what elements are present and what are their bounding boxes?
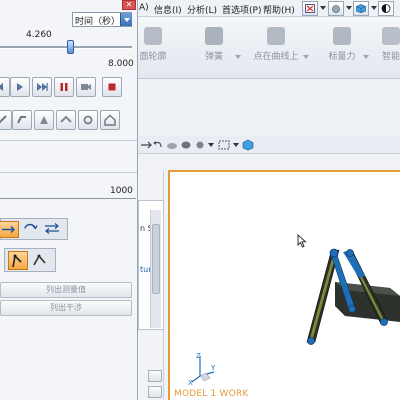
linkage-icon [12,254,22,268]
point-on-curve-icon [267,27,285,45]
menu-item-info[interactable]: 信息(I) [154,3,182,16]
chevron-down-icon[interactable] [120,13,132,26]
menu-item-partial[interactable]: A) [139,3,149,13]
home-icon [104,114,116,126]
loop-toggle[interactable] [21,221,41,238]
explode-icon [40,116,48,124]
snap-point-button[interactable] [302,1,318,16]
half-circle-icon [381,4,391,13]
undo-icon[interactable] [152,139,164,151]
render-style-icon [332,5,340,13]
list-measurements-button[interactable]: 列出测量值 [0,282,132,298]
svg-text:X: X [188,379,193,386]
scalar-force-icon [333,27,351,45]
step-back-button[interactable] [0,77,10,97]
play-once-toggle[interactable] [0,221,19,238]
loop-icon [24,223,38,230]
spring-icon [205,27,223,45]
interference-icon [60,115,72,123]
application-window: A) 信息(I) 分析(L) 首选项(P) 帮助(H) 面轮廓 弹簧 点在曲线上… [0,0,400,400]
time-slider-thumb[interactable] [67,40,74,54]
fast-forward-button[interactable] [32,77,52,97]
camera-play-icon [81,84,91,90]
time-slider-track[interactable] [0,46,132,49]
play-icon [17,83,23,91]
step-back-icon [0,83,3,91]
current-time-value: 4.260 [26,30,52,40]
close-button[interactable]: ✕ [122,0,136,10]
home-tool-button[interactable] [100,110,120,130]
blue-cube-icon[interactable] [242,139,254,151]
spring-command[interactable]: 弹簧 [196,27,241,73]
menu-item-analysis[interactable]: 分析(L) [187,3,217,16]
explode-tool-button[interactable] [34,110,54,130]
linkage-trace-toggle[interactable] [8,251,28,270]
cloud-select-icon[interactable] [166,139,178,151]
gear-tool-button[interactable] [78,110,98,130]
steps-value: 1000 [110,186,133,196]
command-ribbon: 面轮廓 弹簧 点在曲线上 标量力 智能 [138,17,400,79]
linkage-pose-icon [33,254,46,266]
menu-item-preferences[interactable]: 首选项(P) [222,3,261,16]
svg-text:Y: Y [210,364,216,372]
animation-type-group [4,248,56,272]
measure-tool-button[interactable] [0,110,12,130]
shading-button[interactable] [378,1,394,16]
arrow-right-icon [2,226,15,233]
navigator-scrollbar[interactable] [150,210,161,328]
point-on-curve-command[interactable]: 点在曲线上 [252,27,309,73]
playback-controls [0,77,132,97]
view-cube-button[interactable] [353,1,369,16]
render-style-button[interactable] [328,1,344,16]
scrollbar-thumb[interactable] [152,224,160,294]
fast-forward-icon [37,83,48,91]
select-tool-icon[interactable] [194,139,206,151]
cube-icon [356,4,366,13]
face-profile-command[interactable]: 面轮廓 [138,27,168,73]
interference-tool-button[interactable] [56,110,76,130]
menu-item-help[interactable]: 帮助(H) [263,3,295,16]
record-play-button[interactable] [76,77,96,97]
face-profile-icon [144,27,162,45]
mechanism-model[interactable] [295,230,400,360]
nav-button-2[interactable] [148,386,162,398]
list-interference-button[interactable]: 列出干涉 [0,300,132,316]
trace-tool-button[interactable] [12,110,32,130]
coordinate-triad-icon: Z Y X [188,352,216,386]
smart-command[interactable]: 智能 [382,27,400,73]
snap-point-icon [305,4,315,13]
animation-dialog: ✕ 时间（秒） 4.260 8.000 1000 列出测量值 列出干涉 [0,0,138,400]
linkage-pose-toggle[interactable] [31,251,51,270]
selection-bar [138,136,400,154]
pause-icon [60,83,68,91]
trace-icon [17,116,26,124]
svg-text:Z: Z [196,352,201,360]
arrow-icon[interactable] [140,139,152,151]
lasso-icon[interactable] [180,139,192,151]
measure-icon [0,115,7,124]
selection-rectangle-icon[interactable] [218,139,230,151]
stop-icon [108,83,116,91]
menu-bar: A) 信息(I) 分析(L) 首选项(P) 帮助(H) [138,0,400,17]
smart-icon [382,27,400,45]
stop-button[interactable] [102,77,122,97]
play-forward-button[interactable] [10,77,30,97]
pause-button[interactable] [54,77,74,97]
gear-icon [83,115,93,125]
nav-button-1[interactable] [148,370,162,382]
analysis-tools [0,110,132,130]
swap-arrows-icon [45,223,59,234]
steps-field-underline[interactable] [0,198,136,199]
view-name-label: MODEL 1 WORK [174,389,249,399]
end-time-value: 8.000 [108,59,134,69]
playback-mode-group [0,218,68,240]
reverse-toggle[interactable] [43,221,63,238]
ribbon-extension [138,79,400,136]
scalar-force-command[interactable]: 标量力 [324,27,369,73]
